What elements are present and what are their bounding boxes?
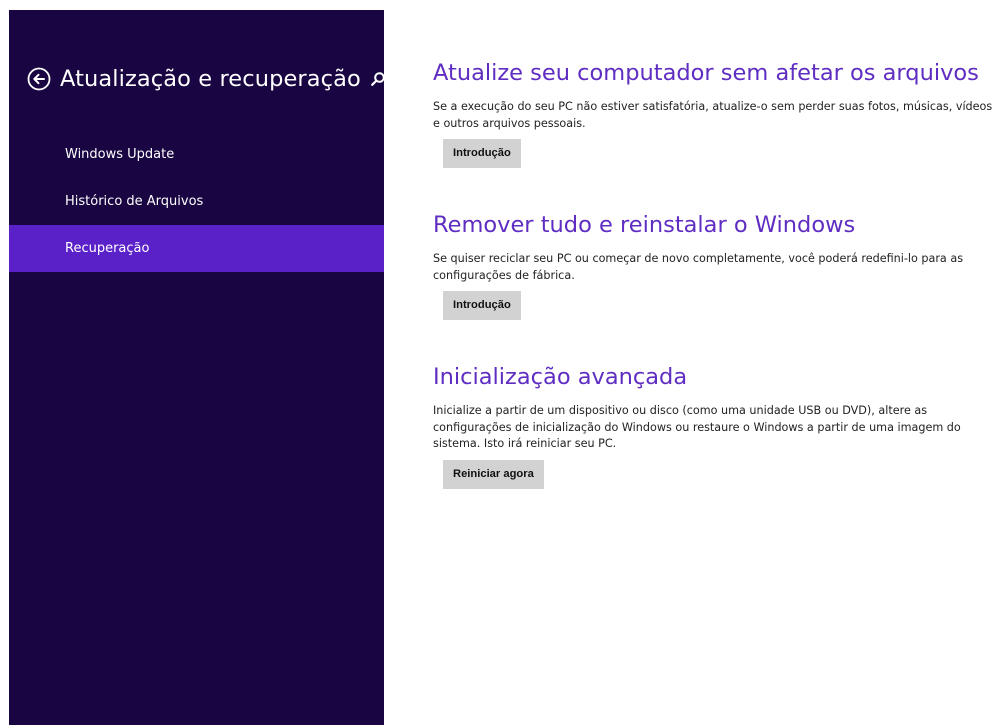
- sidebar-header: Atualização e recuperação: [27, 62, 387, 96]
- section-description: Inicialize a partir de um dispositivo ou…: [433, 404, 961, 450]
- sidebar-item-label: Recuperação: [65, 241, 150, 256]
- restart-now-button[interactable]: Reiniciar agora: [443, 459, 544, 489]
- section-title: Atualize seu computador sem afetar os ar…: [433, 60, 979, 86]
- page-title: Atualização e recuperação: [60, 66, 361, 92]
- sidebar-item-label: Windows Update: [65, 147, 175, 162]
- section-refresh-pc: Atualize seu computador sem afetar os ar…: [433, 56, 998, 168]
- refresh-get-started-button[interactable]: Introdução: [443, 139, 521, 168]
- pc-settings-window: Atualização e recuperação Windows Update…: [0, 0, 1005, 725]
- section-title: Remover tudo e reinstalar o Windows: [433, 212, 856, 238]
- search-icon[interactable]: [369, 70, 387, 88]
- section-reset-pc: Remover tudo e reinstalar o Windows Se q…: [433, 208, 998, 320]
- sidebar-item-label: Histórico de Arquivos: [65, 194, 204, 209]
- sidebar-nav: Windows Update Histórico de Arquivos Rec…: [9, 131, 384, 272]
- main-content: Atualize seu computador sem afetar os ar…: [433, 56, 998, 489]
- sidebar-item-historico-de-arquivos[interactable]: Histórico de Arquivos: [9, 178, 384, 225]
- sidebar-item-windows-update[interactable]: Windows Update: [9, 131, 384, 178]
- reset-get-started-button[interactable]: Introdução: [443, 291, 521, 320]
- sidebar: Atualização e recuperação Windows Update…: [9, 10, 387, 725]
- section-description: Se quiser reciclar seu PC ou começar de …: [433, 252, 964, 282]
- back-arrow-icon[interactable]: [27, 67, 51, 91]
- section-description: Se a execução do seu PC não estiver sati…: [433, 100, 993, 130]
- section-title: Inicialização avançada: [433, 364, 688, 390]
- section-advanced-startup: Inicialização avançada Inicialize a part…: [433, 360, 998, 489]
- sidebar-item-recuperacao[interactable]: Recuperação: [9, 225, 384, 272]
